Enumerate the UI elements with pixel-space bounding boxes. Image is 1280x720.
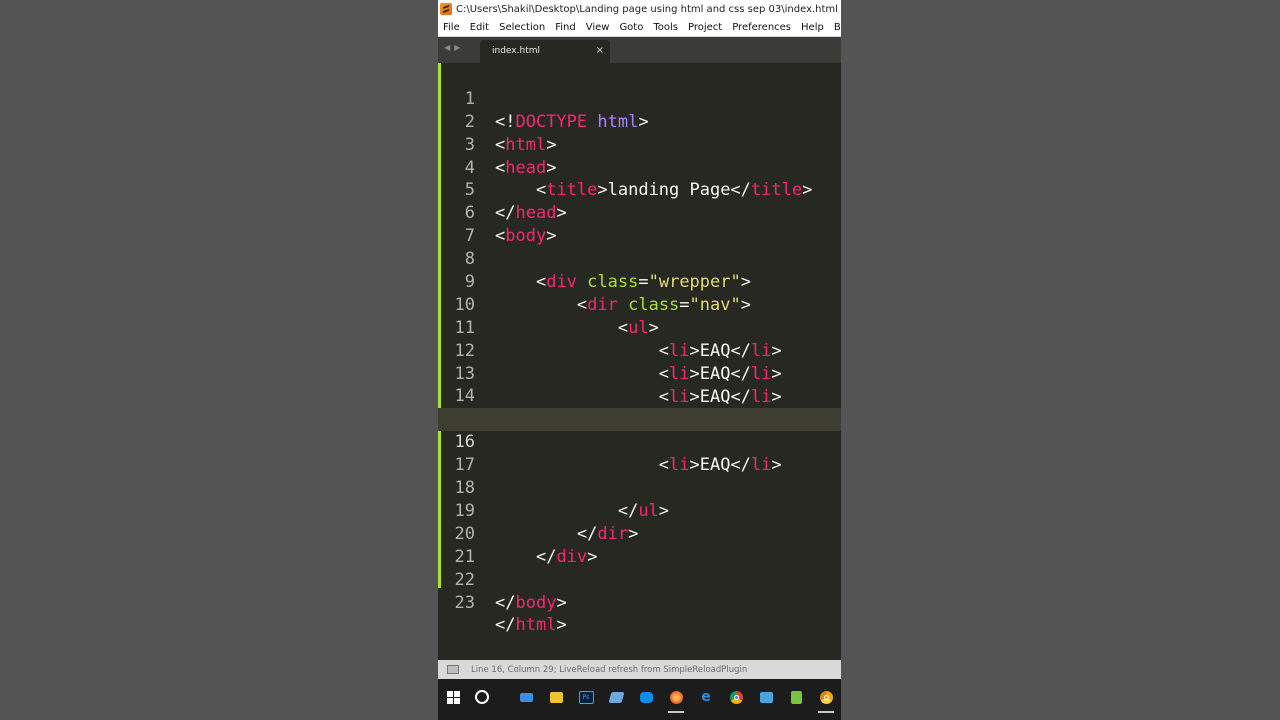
code-line[interactable]: 10 <ul>: [438, 271, 841, 338]
sublime-window: C:\Users\Shakil\Desktop\Landing page usi…: [438, 0, 841, 720]
photoshop-icon[interactable]: Ps: [576, 685, 596, 709]
close-tab-icon[interactable]: ×: [596, 45, 604, 56]
menu-find[interactable]: Find: [550, 22, 581, 33]
file-explorer-icon[interactable]: [546, 685, 566, 709]
code-line[interactable]: 8 <div class="wrepper">: [438, 225, 841, 292]
code-line[interactable]: 20 </div>: [438, 500, 841, 567]
code-line[interactable]: 18 </ul>: [438, 454, 841, 521]
code-line[interactable]: 23 </html>: [438, 569, 841, 636]
code-line[interactable]: 19 </dir>: [438, 477, 841, 544]
menu-edit[interactable]: Edit: [465, 22, 494, 33]
window-title: C:\Users\Shakil\Desktop\Landing page usi…: [456, 3, 841, 15]
code-line[interactable]: 11 <li>EAQ</li>: [438, 294, 841, 361]
status-text: Line 16, Column 29; LiveReload refresh f…: [471, 664, 748, 675]
code-line[interactable]: 1 <!DOCTYPE html>: [438, 65, 841, 132]
code-editor[interactable]: 1 <!DOCTYPE html> 2 <html> 3 <head> 4 <t…: [438, 63, 841, 660]
windows-taskbar: Ps e: [438, 679, 841, 720]
menu-preferences[interactable]: Preferences: [727, 22, 796, 33]
code-line[interactable]: 4 <title>landing Page</title>: [438, 134, 841, 201]
edge-icon[interactable]: e: [696, 685, 716, 709]
code-line[interactable]: 3 <head>: [438, 111, 841, 178]
tab-index-html[interactable]: index.html ×: [480, 40, 610, 63]
sublime-app-icon: [440, 3, 452, 15]
code-line[interactable]: 22 </body>: [438, 546, 841, 613]
tab-bar: ◀ ▶ index.html ×: [438, 37, 841, 63]
code-line[interactable]: 14 <li>EAQ</li>: [438, 363, 841, 429]
menu-goto[interactable]: Goto: [614, 22, 648, 33]
menu-bar: File Edit Selection Find View Goto Tools…: [438, 18, 841, 37]
title-bar: C:\Users\Shakil\Desktop\Landing page usi…: [438, 0, 841, 18]
menu-selection[interactable]: Selection: [494, 22, 550, 33]
code-line[interactable]: 13 <li>EAQ</li>: [438, 340, 841, 407]
start-button[interactable]: [443, 685, 463, 709]
tab-prev-icon[interactable]: ◀: [444, 43, 450, 52]
firefox-icon[interactable]: [666, 685, 686, 713]
notepad-icon[interactable]: [786, 685, 806, 709]
app-icon-2[interactable]: [756, 685, 776, 709]
menu-view[interactable]: View: [581, 22, 615, 33]
code-lines: 1 <!DOCTYPE html> 2 <html> 3 <head> 4 <t…: [438, 65, 841, 636]
code-line[interactable]: 17: [438, 431, 841, 475]
menu-file[interactable]: File: [438, 22, 465, 33]
status-bar: Line 16, Column 29; LiveReload refresh f…: [438, 660, 841, 679]
code-line[interactable]: 12 <li>EAQ</li>: [438, 317, 841, 384]
teamviewer-icon[interactable]: [636, 685, 656, 709]
mail-icon[interactable]: [516, 685, 536, 709]
chrome-icon[interactable]: [726, 685, 746, 709]
search-button[interactable]: [472, 685, 492, 709]
chrome-canary-icon[interactable]: [816, 685, 836, 713]
code-line[interactable]: 6 <body>: [438, 179, 841, 246]
code-line[interactable]: 2 <html>: [438, 88, 841, 155]
menu-project[interactable]: Project: [683, 22, 727, 33]
windows-logo-icon: [446, 690, 460, 704]
code-line[interactable]: 5 </head>: [438, 157, 841, 223]
app-icon[interactable]: [606, 685, 626, 709]
search-icon: [475, 690, 489, 704]
code-line[interactable]: 15: [438, 385, 841, 429]
menu-tools[interactable]: Tools: [648, 22, 683, 33]
tab-next-icon[interactable]: ▶: [454, 43, 460, 52]
tab-navigation: ◀ ▶: [444, 43, 460, 52]
code-line[interactable]: 21: [438, 523, 841, 567]
menu-browser-sync[interactable]: Browser Sync: [829, 22, 841, 33]
code-line[interactable]: 7: [438, 202, 841, 246]
menu-help[interactable]: Help: [796, 22, 829, 33]
code-line-current[interactable]: 16 <li>EAQ</li>: [438, 408, 841, 475]
tab-label: index.html: [492, 46, 540, 56]
panel-toggle-icon[interactable]: [447, 665, 459, 674]
line-number: 23: [454, 592, 475, 613]
background-right: [841, 0, 1280, 720]
background-left: [0, 0, 438, 720]
code-line[interactable]: 9 <dir class="nav">: [438, 248, 841, 315]
